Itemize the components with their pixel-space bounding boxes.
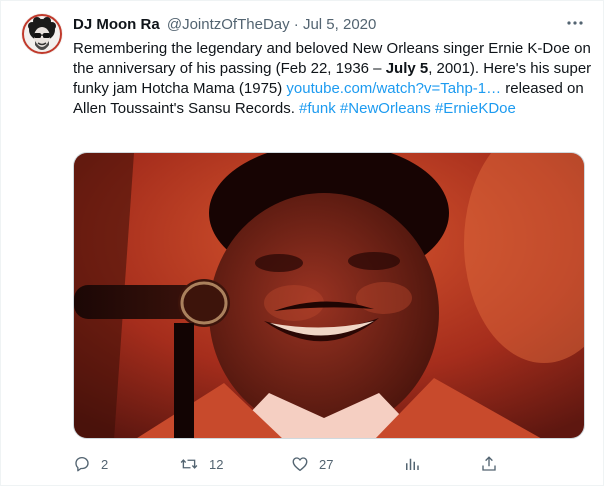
tweet-card: DJ Moon Ra @JointzOfTheDay · Jul 5, 2020…	[0, 0, 604, 486]
action-bar: 2 12 27	[73, 453, 513, 475]
tweet-text: Remembering the legendary and beloved Ne…	[73, 39, 593, 119]
tweet-date[interactable]: Jul 5, 2020	[303, 16, 376, 33]
more-button[interactable]	[565, 13, 585, 33]
retweet-icon	[180, 459, 198, 469]
like-count: 27	[319, 456, 334, 472]
analytics-icon	[406, 458, 419, 470]
youtube-link[interactable]: youtube.com/watch?v=Tahp-1…	[286, 80, 501, 97]
hashtag-funk[interactable]: #funk	[299, 100, 336, 117]
video-thumbnail[interactable]	[73, 152, 585, 439]
author-handle[interactable]: @JointzOfTheDay	[167, 16, 290, 33]
more-horizontal-icon	[567, 21, 583, 25]
header-separator: ·	[293, 16, 299, 33]
tweet-header: DJ Moon Ra @JointzOfTheDay · Jul 5, 2020	[73, 15, 376, 35]
retweet-count: 12	[209, 456, 224, 472]
author-display-name[interactable]: DJ Moon Ra	[73, 16, 160, 33]
reply-button[interactable]: 2	[73, 453, 108, 475]
views-button[interactable]	[403, 453, 421, 475]
share-icon	[482, 456, 496, 471]
author-avatar[interactable]	[21, 13, 63, 55]
reply-count: 2	[101, 456, 109, 472]
hashtag-neworleans[interactable]: #NewOrleans	[340, 100, 431, 117]
heart-icon	[292, 457, 308, 472]
tweet-text-bold-date: July 5	[385, 60, 429, 77]
retweet-button[interactable]: 12	[179, 453, 223, 475]
like-button[interactable]: 27	[291, 453, 333, 475]
avatar-image	[21, 13, 63, 55]
reply-icon	[75, 456, 89, 472]
hashtag-erniekdoe[interactable]: #ErnieKDoe	[435, 100, 516, 117]
singer-photo	[74, 153, 584, 438]
share-button[interactable]	[480, 453, 498, 475]
